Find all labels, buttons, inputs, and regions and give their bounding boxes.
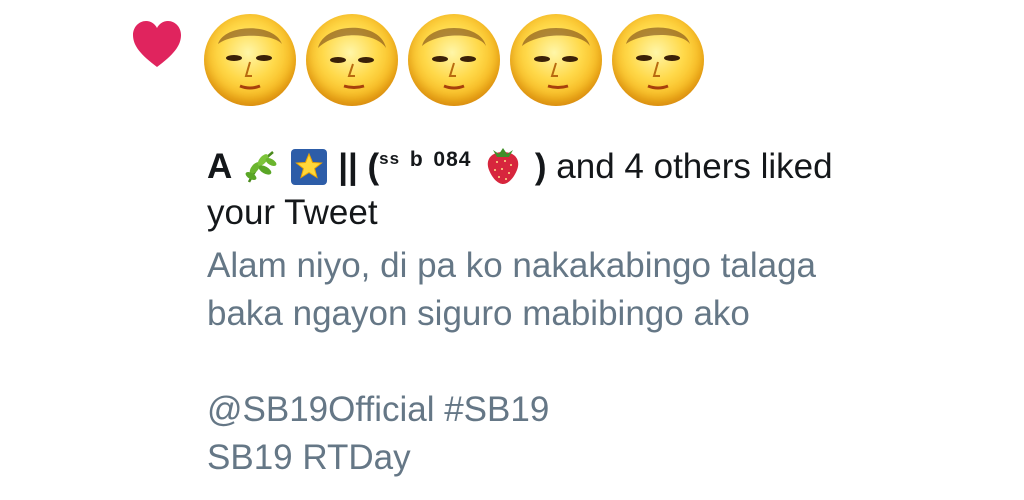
avatar[interactable] — [510, 14, 602, 106]
liker-handle-b: b — [409, 148, 424, 171]
liker-handle-num: 084 — [433, 148, 472, 171]
notification-text: A || (ss b 084) and 4 others liked your… — [207, 136, 967, 482]
tweet-line-2: baka ngayon siguro mabibingo ako — [207, 294, 750, 333]
tweet-line-3: @SB19Official #SB19 — [207, 390, 550, 429]
heart-icon — [133, 21, 181, 67]
liker-handle-small: ss — [379, 149, 401, 168]
tweet-line-1: Alam niyo, di pa ko nakakabingo talaga — [207, 246, 817, 285]
face-icon — [218, 28, 282, 90]
liker-paren-close: ) — [534, 147, 547, 186]
liker-avatars — [204, 14, 704, 106]
avatar[interactable] — [408, 14, 500, 106]
like-notification[interactable]: A || (ss b 084) and 4 others liked your… — [0, 0, 1024, 500]
avatar[interactable] — [204, 14, 296, 106]
liker-name-prefix: A — [207, 147, 231, 186]
strawberry-emoji-icon — [487, 148, 519, 184]
liker-separator: || — [338, 147, 358, 186]
liker-line-2: your Tweet — [207, 190, 967, 236]
tweet-text[interactable]: Alam niyo, di pa ko nakakabingo talaga b… — [207, 242, 967, 482]
tweet-line-4: SB19 RTDay — [207, 438, 411, 477]
face-icon — [522, 28, 590, 89]
liker-line-2-text: your Tweet — [207, 193, 378, 232]
herb-emoji-icon — [245, 151, 277, 183]
liker-suffix: and 4 others liked — [556, 147, 833, 186]
glowing-star-emoji-icon — [291, 149, 328, 185]
avatar[interactable] — [612, 14, 704, 106]
avatar[interactable] — [306, 14, 398, 106]
face-icon — [318, 27, 386, 89]
face-icon — [422, 28, 486, 90]
liker-paren-open: ( — [367, 147, 380, 186]
liker-line: A || (ss b 084) and 4 others liked — [207, 136, 967, 190]
face-icon — [626, 27, 690, 90]
liker-name[interactable]: A || (ss b 084) — [207, 147, 547, 186]
